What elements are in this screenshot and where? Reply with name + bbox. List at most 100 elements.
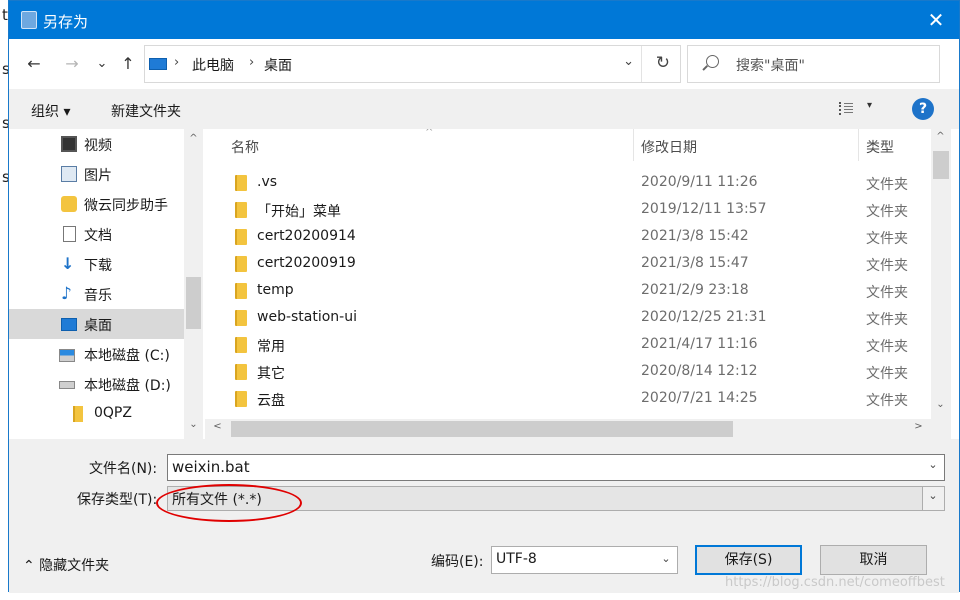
- sidebar-item-drive-d[interactable]: 本地磁盘 (D:): [9, 369, 184, 399]
- folder-icon: [235, 175, 247, 191]
- encoding-select[interactable]: UTF-8 ⌄: [491, 546, 678, 574]
- sidebar-item-desktop[interactable]: 桌面: [9, 309, 184, 339]
- folder-icon: [235, 310, 247, 326]
- organize-menu-button[interactable]: 组织 ▾: [31, 101, 70, 121]
- breadcrumb-this-pc[interactable]: 此电脑: [192, 55, 234, 75]
- chevron-down-icon[interactable]: ⌄: [658, 552, 674, 565]
- sidebar-item-music[interactable]: ♪ 音乐: [9, 279, 184, 309]
- scrollbar-thumb[interactable]: [186, 277, 201, 329]
- column-header-name[interactable]: 名称: [231, 137, 259, 169]
- new-folder-button[interactable]: 新建文件夹: [111, 101, 181, 121]
- drive-c-icon: [59, 349, 75, 362]
- scroll-down-icon[interactable]: ⌄: [185, 419, 202, 430]
- folder-icon: [235, 202, 247, 218]
- save-button[interactable]: 保存(S): [695, 545, 802, 575]
- weiyun-icon: [61, 196, 77, 212]
- sort-ascending-icon: ^: [425, 129, 434, 138]
- scrollbar-thumb[interactable]: [231, 421, 733, 437]
- encoding-value: UTF-8: [496, 551, 537, 567]
- column-divider[interactable]: [858, 129, 859, 161]
- file-row[interactable]: .vs 2020/9/11 11:26 文件夹: [205, 170, 931, 197]
- sidebar-item-0qpz[interactable]: 0QPZ: [9, 399, 184, 429]
- hide-folders-button[interactable]: ⌃ 隐藏文件夹: [23, 555, 109, 575]
- chevron-down-icon[interactable]: ⌄: [623, 54, 634, 69]
- scrollbar-thumb[interactable]: [933, 151, 949, 179]
- sidebar-item-downloads[interactable]: ↓ 下载: [9, 249, 184, 279]
- file-type: 文件夹: [866, 393, 908, 409]
- dropdown-button[interactable]: ⌄: [922, 487, 944, 510]
- forward-arrow-icon[interactable]: →: [59, 52, 85, 76]
- file-row[interactable]: web-station-ui 2020/12/25 21:31 文件夹: [205, 305, 931, 332]
- folder-icon: [235, 229, 247, 245]
- red-highlight-ellipse: [156, 484, 302, 522]
- navigation-pane: 视频 图片 微云同步助手 文档 ↓ 下载 ♪ 音乐 桌面 本地磁盘 (C:) 本…: [9, 129, 205, 439]
- folder-icon: [235, 256, 247, 272]
- refresh-icon[interactable]: ↻: [656, 53, 670, 73]
- download-icon: ↓: [61, 254, 75, 273]
- search-box[interactable]: 搜索"桌面": [687, 45, 940, 83]
- scroll-right-icon[interactable]: >: [910, 421, 927, 432]
- background-text: t: [2, 6, 8, 24]
- music-icon: ♪: [61, 284, 72, 304]
- file-type: 文件夹: [866, 285, 908, 301]
- up-arrow-icon[interactable]: ↑: [115, 52, 141, 76]
- scroll-down-icon[interactable]: ⌄: [932, 399, 949, 410]
- folder-icon: [235, 364, 247, 380]
- scroll-up-icon[interactable]: ^: [185, 133, 202, 144]
- file-row[interactable]: cert20200919 2021/3/8 15:47 文件夹: [205, 251, 931, 278]
- chevron-down-icon: ⌄: [928, 489, 938, 502]
- file-name: cert20200914: [257, 228, 356, 244]
- cancel-button[interactable]: 取消: [820, 545, 927, 575]
- file-date: 2021/3/8 15:47: [641, 255, 749, 271]
- sidebar-item-label: 微云同步助手: [84, 198, 168, 214]
- file-list-vertical-scrollbar[interactable]: ^ ⌄: [931, 129, 951, 419]
- recent-locations-icon[interactable]: ⌄: [89, 52, 115, 76]
- sidebar-item-label: 图片: [84, 168, 112, 184]
- filename-label: 文件名(N):: [89, 461, 158, 477]
- file-row[interactable]: 「开始」菜单 2019/12/11 13:57 文件夹: [205, 197, 931, 224]
- title-bar[interactable]: 另存为 ✕: [9, 1, 959, 39]
- watermark-text: https://blog.csdn.net/comeoffbest: [725, 575, 945, 590]
- chevron-down-icon[interactable]: ▾: [867, 100, 872, 111]
- view-options-icon[interactable]: [839, 102, 853, 115]
- sidebar-item-pictures[interactable]: 图片: [9, 159, 184, 189]
- browser-panes: 视频 图片 微云同步助手 文档 ↓ 下载 ♪ 音乐 桌面 本地磁盘 (C:) 本…: [9, 129, 959, 439]
- sidebar-item-weiyun[interactable]: 微云同步助手: [9, 189, 184, 219]
- sidebar-item-documents[interactable]: 文档: [9, 219, 184, 249]
- chevron-right-icon[interactable]: ›: [174, 55, 179, 70]
- breadcrumb-desktop[interactable]: 桌面: [264, 55, 292, 75]
- sidebar-item-label: 桌面: [84, 318, 112, 334]
- column-divider[interactable]: [633, 129, 634, 161]
- back-arrow-icon[interactable]: ←: [21, 52, 47, 76]
- file-date: 2020/9/11 11:26: [641, 174, 758, 190]
- encoding-label: 编码(E):: [431, 554, 484, 570]
- file-type: 文件夹: [866, 312, 908, 328]
- file-type: 文件夹: [866, 204, 908, 220]
- file-row[interactable]: 云盘 2020/7/21 14:25 文件夹: [205, 386, 931, 413]
- sidebar-item-videos[interactable]: 视频: [9, 129, 184, 159]
- notepad-icon: [21, 11, 37, 29]
- file-list-horizontal-scrollbar[interactable]: < >: [205, 419, 931, 439]
- address-bar[interactable]: › 此电脑 › 桌面 ⌄ ↻: [144, 45, 681, 83]
- file-row[interactable]: 其它 2020/8/14 12:12 文件夹: [205, 359, 931, 386]
- file-list: ^ 名称 修改日期 类型 .vs 2020/9/11 11:26 文件夹 「开始…: [205, 129, 931, 419]
- sidebar-item-drive-c[interactable]: 本地磁盘 (C:): [9, 339, 184, 369]
- scroll-left-icon[interactable]: <: [209, 421, 226, 432]
- file-row[interactable]: 常用 2021/4/17 11:16 文件夹: [205, 332, 931, 359]
- close-button[interactable]: ✕: [913, 1, 959, 39]
- filename-input[interactable]: weixin.bat ⌄: [167, 454, 945, 481]
- chevron-right-icon[interactable]: ›: [249, 55, 254, 70]
- file-name: temp: [257, 282, 294, 298]
- file-type: 文件夹: [866, 177, 908, 193]
- divider: [641, 46, 642, 82]
- chevron-down-icon[interactable]: ⌄: [925, 458, 941, 471]
- help-icon[interactable]: ?: [912, 98, 934, 120]
- column-header-date[interactable]: 修改日期: [641, 137, 697, 169]
- column-header-type[interactable]: 类型: [866, 137, 894, 169]
- file-name: .vs: [257, 174, 278, 190]
- sidebar-scrollbar[interactable]: ^ ⌄: [184, 129, 203, 439]
- file-row[interactable]: cert20200914 2021/3/8 15:42 文件夹: [205, 224, 931, 251]
- scroll-up-icon[interactable]: ^: [932, 131, 949, 142]
- sidebar-item-label: 文档: [84, 228, 112, 244]
- file-row[interactable]: temp 2021/2/9 23:18 文件夹: [205, 278, 931, 305]
